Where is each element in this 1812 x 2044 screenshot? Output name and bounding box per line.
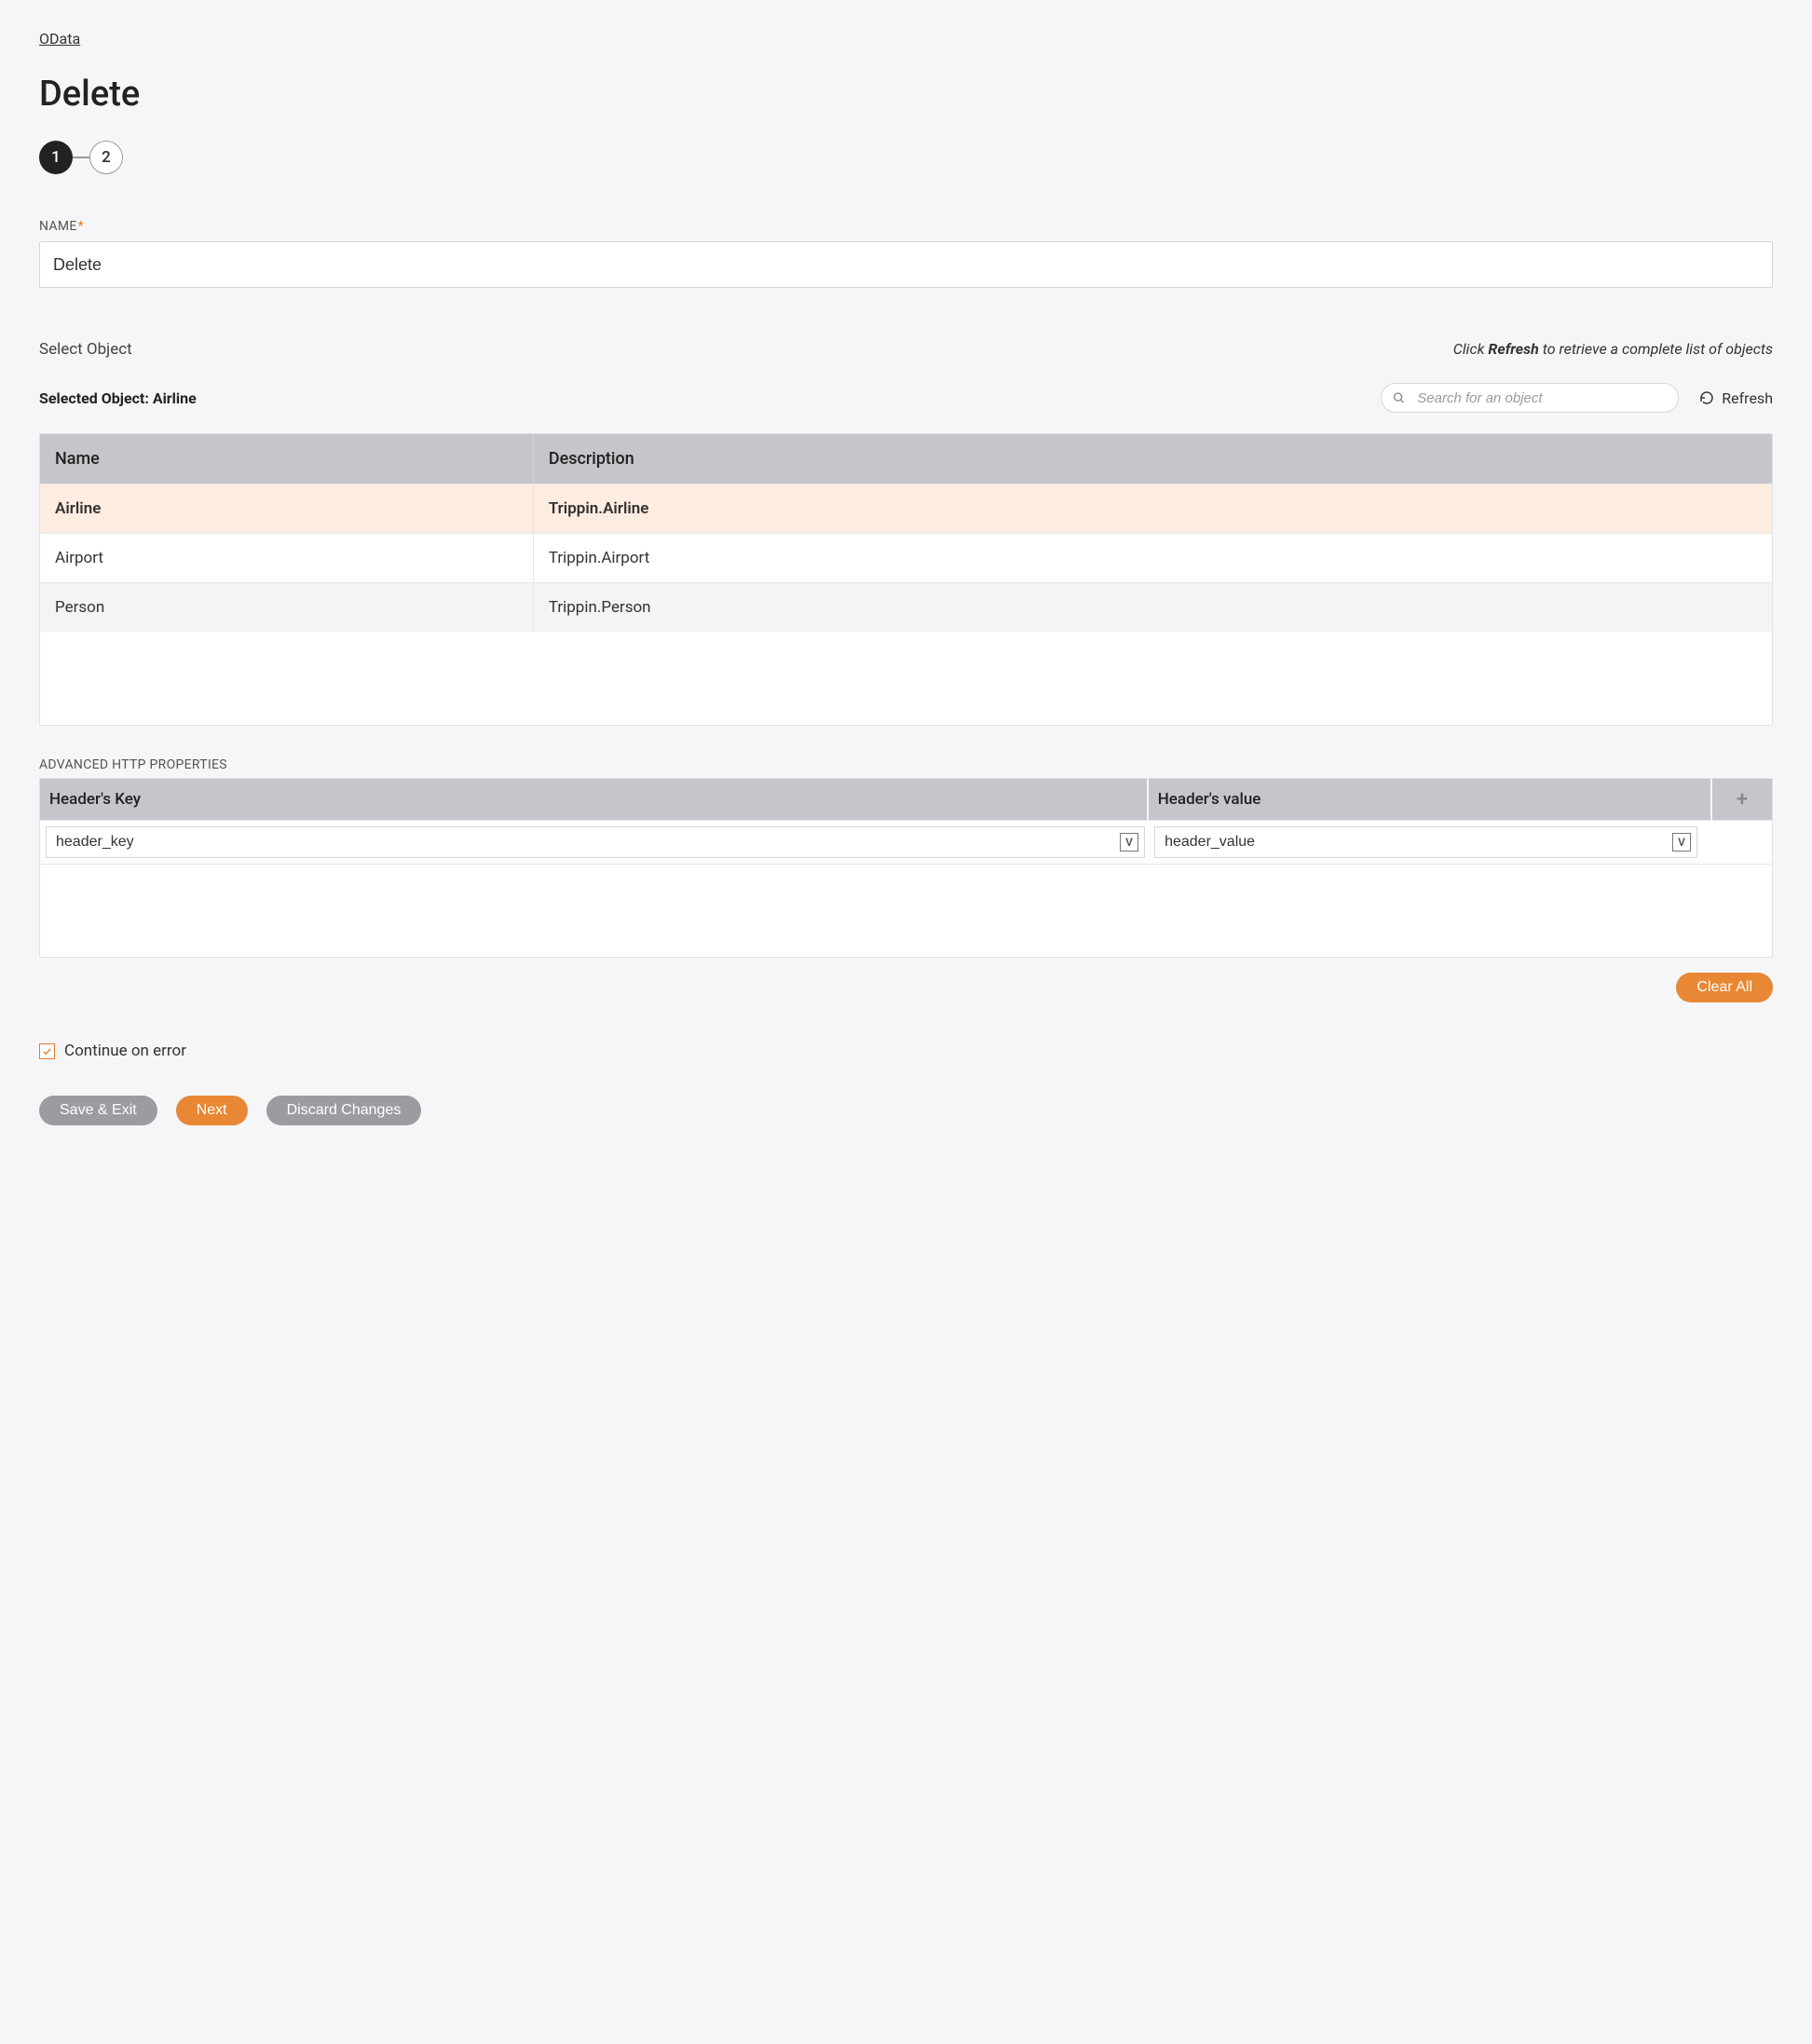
check-icon: [42, 1046, 52, 1056]
select-object-label: Select Object: [39, 340, 132, 359]
step-1[interactable]: 1: [39, 141, 73, 174]
object-row-airline[interactable]: Airline Trippin.Airline: [40, 484, 1772, 533]
step-connector: [73, 157, 89, 158]
header-key-input[interactable]: [46, 826, 1145, 858]
continue-on-error-checkbox[interactable]: [39, 1043, 55, 1059]
header-value-input[interactable]: [1154, 826, 1697, 858]
refresh-hint: Click Refresh to retrieve a complete lis…: [1453, 340, 1773, 358]
continue-on-error-label: Continue on error: [64, 1042, 186, 1060]
breadcrumb-odata[interactable]: OData: [39, 30, 80, 48]
next-button[interactable]: Next: [176, 1096, 248, 1125]
variable-picker-value[interactable]: V: [1672, 833, 1691, 852]
name-input[interactable]: [39, 241, 1773, 288]
http-properties-table: Header's Key Header's value + V V: [39, 778, 1773, 958]
discard-changes-button[interactable]: Discard Changes: [266, 1096, 422, 1125]
page-title: Delete: [39, 74, 1773, 115]
http-header-value: Header's value: [1149, 779, 1712, 820]
plus-icon: +: [1737, 788, 1748, 811]
object-table-empty-area: [40, 632, 1772, 725]
selected-object: Selected Object: Airline: [39, 389, 197, 407]
object-cell-name: Person: [40, 583, 534, 632]
name-field-label: NAME*: [39, 219, 1773, 234]
http-table-empty-area: [40, 864, 1772, 957]
refresh-icon: [1699, 390, 1714, 405]
object-cell-description: Trippin.Airline: [534, 484, 1772, 533]
object-table-header-description: Description: [534, 434, 1772, 484]
object-table-header-name: Name: [40, 434, 534, 484]
advanced-http-label: ADVANCED HTTP PROPERTIES: [39, 757, 1773, 772]
object-cell-description: Trippin.Person: [534, 583, 1772, 632]
object-cell-description: Trippin.Airport: [534, 534, 1772, 582]
step-2[interactable]: 2: [89, 141, 123, 174]
search-input[interactable]: [1381, 383, 1679, 413]
variable-picker-key[interactable]: V: [1120, 833, 1138, 852]
object-row-airport[interactable]: Airport Trippin.Airport: [40, 533, 1772, 582]
add-header-button[interactable]: +: [1712, 779, 1772, 820]
search-icon: [1392, 391, 1406, 405]
object-cell-name: Airport: [40, 534, 534, 582]
refresh-button[interactable]: Refresh: [1699, 389, 1773, 407]
stepper: 1 2: [39, 141, 1773, 174]
http-header-key: Header's Key: [40, 779, 1149, 820]
object-table: Name Description Airline Trippin.Airline…: [39, 433, 1773, 726]
object-cell-name: Airline: [40, 484, 534, 533]
clear-all-button[interactable]: Clear All: [1676, 973, 1773, 1002]
save-exit-button[interactable]: Save & Exit: [39, 1096, 157, 1125]
object-row-person[interactable]: Person Trippin.Person: [40, 582, 1772, 632]
